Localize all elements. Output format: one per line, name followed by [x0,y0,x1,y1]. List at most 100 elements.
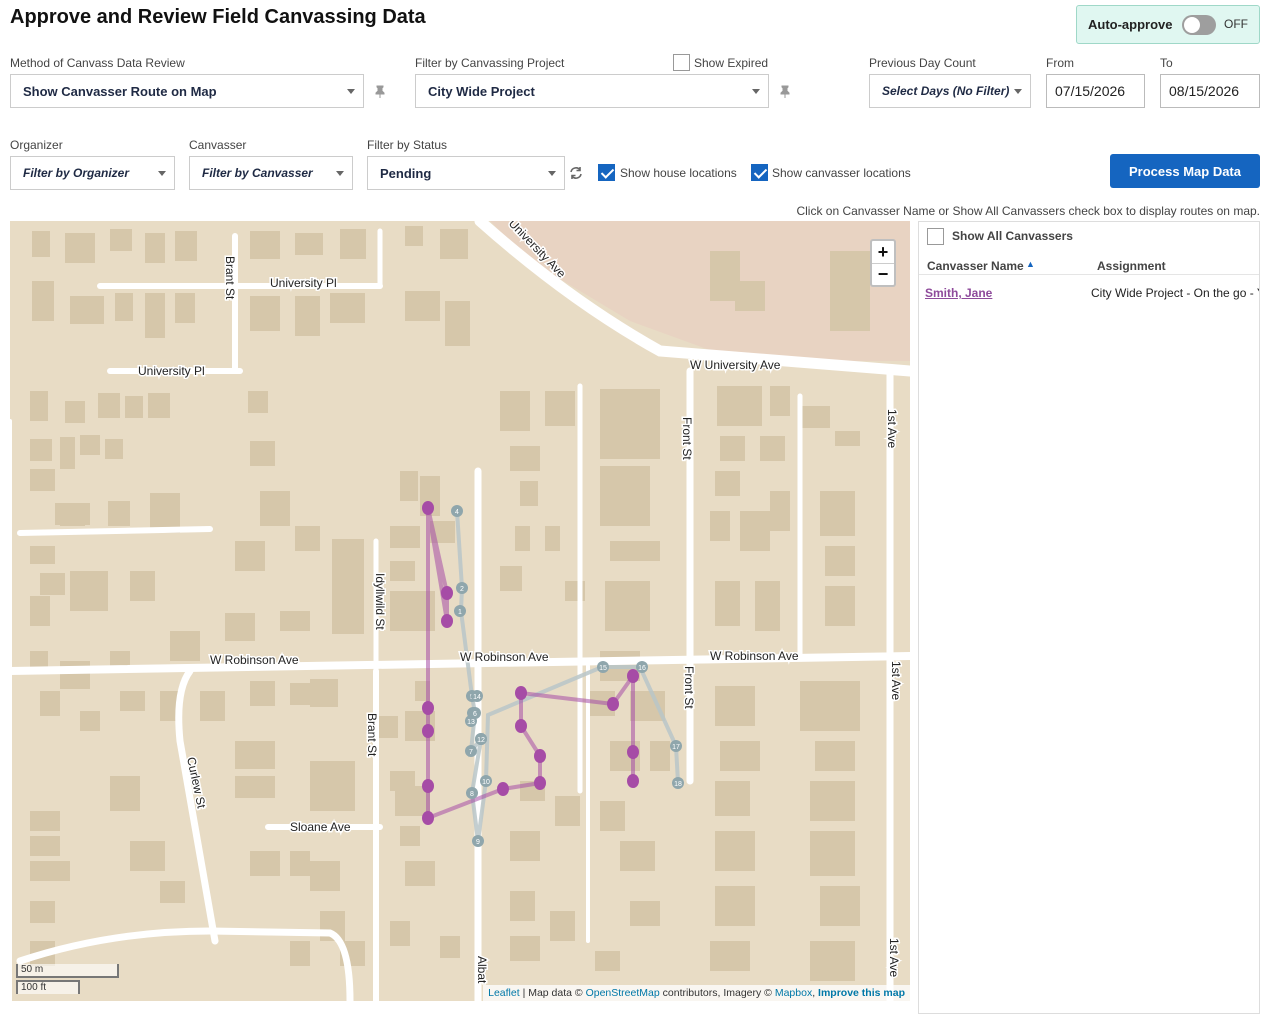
house-marker-label: 7 [469,749,473,756]
organizer-select[interactable]: Filter by Organizer [10,156,175,190]
from-date-input[interactable]: 07/15/2026 [1046,74,1145,108]
map-canvas[interactable]: 123456789101112131415161718 Brant St Uni… [10,221,910,1001]
house-marker-label: 12 [477,737,485,744]
scale-bar-metric: 50 m [16,964,119,978]
canvasser-location-marker[interactable] [422,701,434,715]
sort-icon[interactable]: ▲ [1026,259,1035,269]
zoom-out-button[interactable]: − [872,263,894,285]
to-date-input[interactable]: 08/15/2026 [1160,74,1260,108]
project-select[interactable]: City Wide Project [415,74,769,108]
canvasser-location-marker[interactable] [627,745,639,759]
auto-approve-toggle-box[interactable]: Auto-approve OFF [1076,5,1260,44]
attribution-text: contributors, Imagery © [659,987,775,999]
street-label: Sloane Ave [290,820,351,834]
prev-day-select[interactable]: Select Days (No Filter) [869,74,1031,108]
show-house-locations-checkbox[interactable] [598,164,615,181]
canvasser-location-marker[interactable] [515,719,527,733]
zoom-control: + − [870,239,896,287]
show-expired-label: Show Expired [694,56,769,70]
auto-approve-state: OFF [1224,17,1248,31]
improve-map-link[interactable]: Improve this map [818,987,905,999]
show-expired-checkbox[interactable] [673,54,690,71]
street-label: Brant St [223,256,237,300]
column-assignment: Assignment [1097,259,1166,273]
show-house-locations-label: Show house locations [620,166,737,180]
house-marker-label: 4 [455,509,459,516]
method-label: Method of Canvass Data Review [10,56,185,70]
house-marker-label: 16 [638,665,646,672]
scale-bar-imperial: 100 ft [16,980,80,994]
canvasser-location-marker[interactable] [497,782,509,796]
prev-day-value: Select Days (No Filter) [882,84,1010,98]
organizer-value: Filter by Organizer [23,166,130,180]
house-marker-label: 2 [460,586,464,593]
house-marker-label: 1 [458,609,462,616]
canvasser-location-marker[interactable] [422,724,434,738]
project-value: City Wide Project [428,83,535,99]
house-marker-label: 9 [476,839,480,846]
canvasser-location-marker[interactable] [441,614,453,628]
canvasser-location-marker[interactable] [534,749,546,763]
canvasser-select[interactable]: Filter by Canvasser [189,156,353,190]
street-label: W Robinson Ave [460,650,549,664]
refresh-icon[interactable] [569,166,583,180]
prev-day-label: Previous Day Count [869,56,976,70]
canvasser-location-marker[interactable] [515,686,527,700]
to-label: To [1160,56,1173,70]
hint-text: Click on Canvasser Name or Show All Canv… [796,204,1260,218]
chevron-down-icon [158,171,166,176]
status-value: Pending [380,165,432,181]
status-label: Filter by Status [367,138,448,152]
chevron-down-icon [347,89,355,94]
house-marker-label: 14 [473,694,481,701]
canvasser-location-marker[interactable] [422,811,434,825]
map-attribution: Leaflet | Map data © OpenStreetMap contr… [483,985,910,1001]
chevron-down-icon [1014,89,1022,94]
zoom-in-button[interactable]: + [872,241,894,263]
chevron-down-icon [752,89,760,94]
canvasser-value: Filter by Canvasser [202,166,313,180]
status-select[interactable]: Pending [367,156,565,190]
organizer-label: Organizer [10,138,63,152]
canvasser-location-marker[interactable] [441,586,453,600]
show-all-canvassers-label: Show All Canvassers [952,229,1073,243]
canvasser-location-marker[interactable] [607,697,619,711]
from-label: From [1046,56,1074,70]
canvasser-location-marker[interactable] [422,779,434,793]
canvasser-location-marker[interactable] [627,669,639,683]
osm-link[interactable]: OpenStreetMap [586,987,660,999]
process-map-data-button[interactable]: Process Map Data [1110,154,1260,188]
street-label: 1st Ave [887,938,901,977]
map-view[interactable]: 123456789101112131415161718 Brant St Uni… [10,221,910,1001]
canvasser-name-link[interactable]: Smith, Jane [925,286,992,300]
pin-icon[interactable] [373,84,387,98]
canvasser-panel: Show All Canvassers Canvasser Name ▲ Ass… [918,221,1260,1014]
canvasser-label: Canvasser [189,138,247,152]
leaflet-link[interactable]: Leaflet [488,987,520,999]
house-marker-label: 10 [482,779,490,786]
street-label: W University Ave [690,358,781,372]
street-label: 1st Ave [889,661,903,700]
street-label: W Robinson Ave [210,653,299,667]
column-canvasser-name[interactable]: Canvasser Name [927,259,1024,273]
street-label: Front St [682,666,696,709]
chevron-down-icon [336,171,344,176]
mapbox-link[interactable]: Mapbox [775,987,812,999]
street-label: Front St [680,417,694,460]
house-marker-label: 18 [674,781,682,788]
canvasser-location-marker[interactable] [422,501,434,515]
house-marker-label: 8 [470,791,474,798]
show-canvasser-locations-checkbox[interactable] [751,164,768,181]
house-marker-label: 17 [672,744,680,751]
method-value: Show Canvasser Route on Map [23,83,217,99]
street-label: University Pl [270,276,337,290]
page-title: Approve and Review Field Canvassing Data [10,6,426,28]
canvasser-location-marker[interactable] [534,776,546,790]
canvasser-location-marker[interactable] [627,774,639,788]
auto-approve-switch[interactable] [1182,15,1216,35]
street-label: Albat [475,956,489,984]
chevron-down-icon [548,171,556,176]
show-all-canvassers-checkbox[interactable] [927,228,944,245]
pin-icon[interactable] [778,84,792,98]
method-select[interactable]: Show Canvasser Route on Map [10,74,364,108]
